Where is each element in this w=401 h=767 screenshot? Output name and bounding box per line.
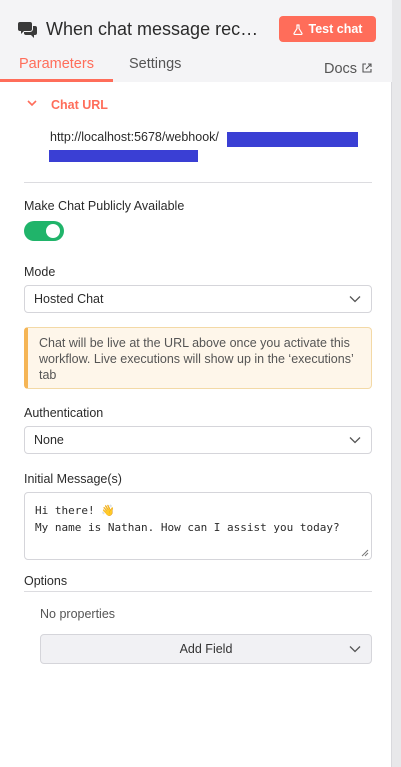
message-line: Hi there! 👋 [35, 504, 115, 517]
authentication-label: Authentication [24, 406, 104, 420]
tab-settings[interactable]: Settings [129, 56, 181, 82]
node-title[interactable]: When chat message recei... [46, 19, 260, 40]
add-field-button[interactable]: Add Field [40, 634, 372, 664]
initial-messages-textarea[interactable]: Hi there! 👋 My name is Nathan. How can I… [24, 492, 372, 560]
test-chat-button[interactable]: Test chat [279, 16, 376, 42]
mode-select[interactable]: Hosted Chat [24, 285, 372, 313]
chat-url-section-title[interactable]: Chat URL [51, 98, 108, 112]
mode-value: Hosted Chat [34, 292, 104, 306]
active-tab-indicator [0, 79, 113, 82]
tab-bar: Parameters Settings Docs [0, 52, 392, 82]
no-properties-text: No properties [40, 607, 116, 621]
resize-grip-icon[interactable] [361, 549, 369, 557]
section-divider [24, 182, 372, 183]
collapse-chevron-icon[interactable] [26, 96, 38, 107]
node-title-row: When chat message recei... [18, 16, 260, 42]
tab-docs[interactable]: Docs [324, 56, 372, 82]
test-chat-label: Test chat [308, 22, 363, 36]
chevron-down-icon [349, 436, 361, 444]
add-field-label: Add Field [179, 642, 233, 656]
scrollbar[interactable] [392, 0, 401, 767]
panel-header: When chat message recei... Test chat Par… [0, 0, 392, 82]
chat-bubbles-icon [18, 20, 38, 38]
chat-url-text: http://localhost:5678/webhook/ [50, 130, 219, 144]
chevron-down-icon [349, 295, 361, 303]
activation-notice: Chat will be live at the URL above once … [24, 327, 372, 389]
notice-text: Chat will be live at the URL above once … [39, 336, 354, 382]
toggle-knob [46, 224, 60, 238]
public-toggle[interactable] [24, 221, 64, 241]
initial-messages-label: Initial Message(s) [24, 472, 122, 486]
message-line: My name is Nathan. How can I assist you … [35, 521, 340, 534]
authentication-value: None [34, 433, 64, 447]
public-label: Make Chat Publicly Available [24, 199, 185, 213]
flask-icon [292, 23, 303, 35]
docs-label: Docs [324, 61, 358, 77]
authentication-select[interactable]: None [24, 426, 372, 454]
url-redaction-bar [49, 150, 198, 162]
section-divider [24, 591, 372, 592]
options-label: Options [24, 574, 68, 588]
mode-label: Mode [24, 265, 56, 279]
node-settings-panel: When chat message recei... Test chat Par… [0, 0, 392, 767]
chevron-down-icon [349, 645, 361, 653]
external-link-icon [362, 61, 372, 77]
url-redaction-bar [227, 132, 358, 147]
